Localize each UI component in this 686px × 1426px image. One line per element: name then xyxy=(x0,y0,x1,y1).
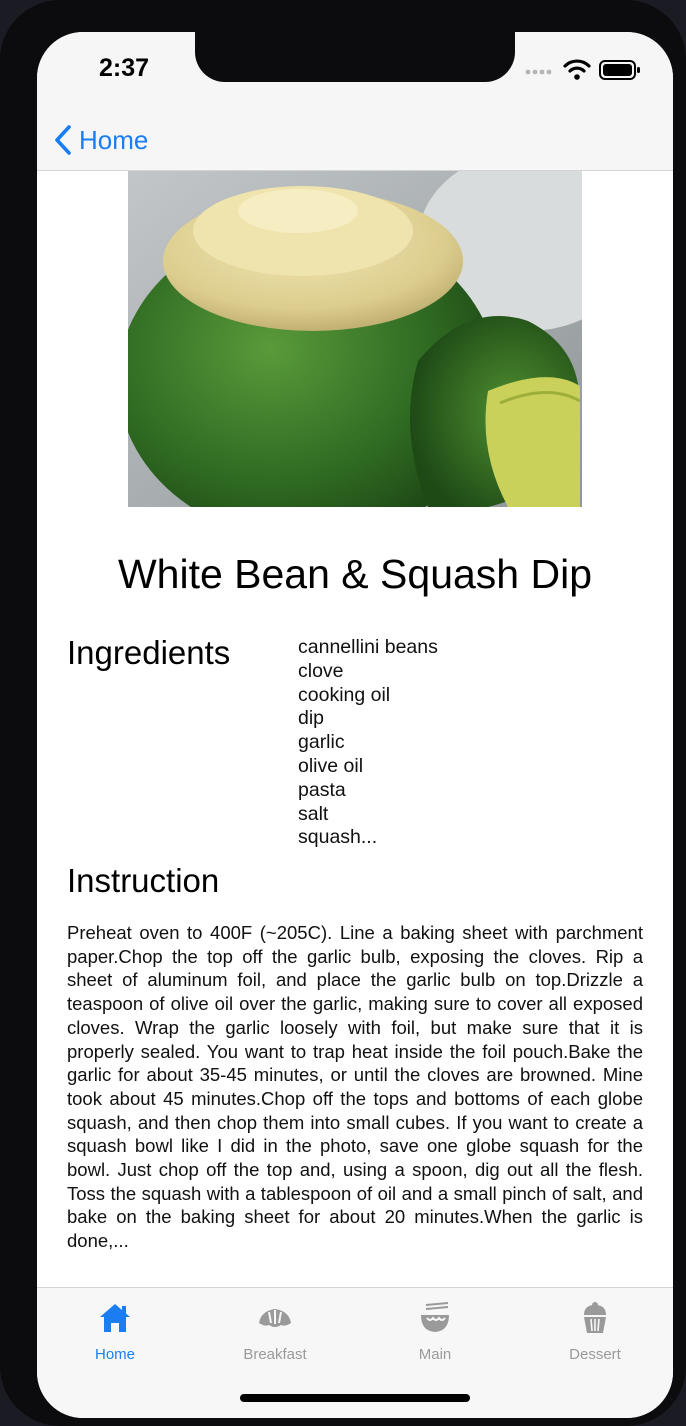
ingredient-item: clove xyxy=(298,659,344,682)
back-button[interactable]: Home xyxy=(53,120,148,160)
tab-main-label: Main xyxy=(418,1346,452,1363)
croissant-icon xyxy=(259,1309,291,1327)
cupcake-icon xyxy=(584,1302,606,1333)
chevron-left-icon xyxy=(55,125,71,155)
ingredient-item: squash... xyxy=(298,826,378,849)
instruction-text: Preheat oven to 400F (~205C). Line a bak… xyxy=(67,922,643,1252)
phone-screen: 2:37 Home White Bean & Squash Dip Ingred… xyxy=(37,32,673,1418)
tab-main[interactable]: Main xyxy=(375,1300,495,1363)
noodle-bowl-icon xyxy=(421,1302,449,1332)
wifi-icon xyxy=(563,59,591,80)
instruction-heading: Instruction xyxy=(67,862,220,899)
tab-home-label: Home xyxy=(94,1346,135,1363)
status-time: 2:37 xyxy=(99,54,150,82)
house-icon xyxy=(100,1304,130,1332)
tab-dessert-label: Dessert xyxy=(569,1346,621,1363)
ingredient-item: olive oil xyxy=(298,754,364,777)
recipe-detail-scroll[interactable]: White Bean & Squash Dip Ingredients cann… xyxy=(37,171,673,1287)
recipe-photo xyxy=(128,171,582,507)
home-indicator xyxy=(240,1394,470,1402)
ingredient-item: salt xyxy=(298,802,329,825)
tab-breakfast-label: Breakfast xyxy=(243,1346,307,1363)
ingredient-item: cooking oil xyxy=(298,683,391,706)
ingredient-item: dip xyxy=(298,707,325,730)
tab-dessert[interactable]: Dessert xyxy=(535,1300,655,1363)
ingredient-item: cannellini beans xyxy=(298,636,438,658)
navigation-bar: Home xyxy=(37,112,673,171)
back-button-label: Home xyxy=(79,124,149,155)
ingredient-item: garlic xyxy=(298,731,345,754)
ingredients-list: cannellini beans clove cooking oil dip g… xyxy=(298,636,438,850)
tab-breakfast[interactable]: Breakfast xyxy=(215,1300,335,1363)
cellular-signal-icon xyxy=(525,69,552,75)
battery-icon xyxy=(599,60,640,80)
recipe-title: White Bean & Squash Dip xyxy=(117,551,593,597)
device-notch xyxy=(195,32,515,82)
ingredient-item: pasta xyxy=(298,778,346,801)
ingredients-heading: Ingredients xyxy=(67,634,231,671)
tab-home[interactable]: Home xyxy=(55,1300,175,1363)
